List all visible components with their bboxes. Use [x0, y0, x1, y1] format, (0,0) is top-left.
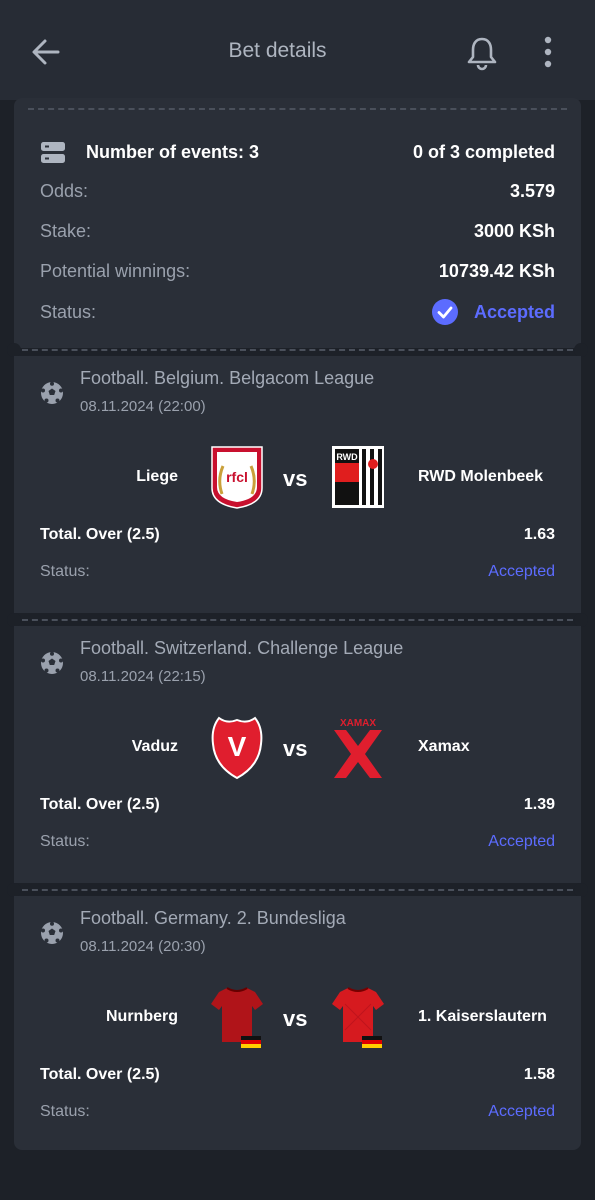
team-logo-text: XAMAX — [340, 718, 376, 729]
status-label: Status: — [40, 563, 90, 580]
events-count-row: Number of events: 3 0 of 3 completed — [40, 138, 555, 168]
football-icon — [41, 381, 63, 404]
completed-count: 0 of 3 completed — [412, 142, 555, 162]
home-team: Vaduz — [131, 738, 178, 755]
league-name: Football. Switzerland. Challenge League — [80, 638, 404, 658]
stake-value: 3000 KSh — [473, 221, 555, 241]
market-odds: 1.63 — [523, 526, 555, 543]
bet-status-row: Status: Accepted — [40, 299, 555, 328]
team-logo-icon: rfcl — [211, 446, 263, 509]
status-badge: Accepted — [488, 833, 555, 850]
team-logo-icon: V — [211, 716, 263, 780]
bell-icon[interactable] — [463, 34, 501, 72]
stake-row: Stake: 3000 KSh — [40, 221, 555, 247]
status-label: Status: — [40, 833, 90, 850]
jersey-icon — [211, 987, 263, 1048]
check-circle-icon — [432, 299, 458, 325]
odds-value: 3.579 — [509, 181, 555, 201]
status-label: Status: — [40, 302, 97, 322]
team-logo-icon: XAMAX — [334, 718, 382, 778]
event-datetime: 08.11.2024 (20:30) — [80, 938, 206, 955]
stake-label: Stake: — [40, 221, 92, 241]
away-team: Xamax — [418, 738, 470, 755]
league-name: Football. Germany. 2. Bundesliga — [80, 908, 346, 928]
odds-label: Odds: — [40, 181, 89, 201]
divider — [7, 613, 588, 627]
team-logo-text: RWD — [336, 452, 358, 462]
vs-label: vs — [283, 1006, 308, 1031]
football-icon — [41, 651, 63, 674]
status-label: Status: — [40, 1103, 90, 1120]
more-vertical-icon[interactable] — [536, 34, 560, 70]
team-logo-text: V — [228, 731, 247, 762]
event-datetime: 08.11.2024 (22:00) — [80, 398, 206, 415]
top-bar: Bet details — [0, 0, 595, 100]
event-datetime: 08.11.2024 (22:15) — [80, 668, 206, 685]
vs-label: vs — [283, 466, 308, 491]
market-name: Total. Over (2.5) — [40, 526, 160, 543]
league-name: Football. Belgium. Belgacom League — [80, 368, 375, 388]
market-odds: 1.58 — [523, 1066, 555, 1083]
ticket-icon — [41, 142, 65, 163]
winnings-row: Potential winnings: 10739.42 KSh — [40, 261, 555, 287]
home-team: Nurnberg — [106, 1008, 178, 1025]
divider — [7, 883, 588, 897]
market-name: Total. Over (2.5) — [40, 796, 160, 813]
home-team: Liege — [136, 468, 178, 485]
status-badge: Accepted — [488, 563, 555, 580]
away-team: 1. Kaiserslautern — [418, 1008, 547, 1025]
market-name: Total. Over (2.5) — [40, 1066, 160, 1083]
away-team: RWD Molenbeek — [418, 468, 544, 485]
divider — [7, 343, 588, 357]
status-badge: Accepted — [488, 1103, 555, 1120]
odds-row: Odds: 3.579 — [40, 181, 555, 207]
winnings-label: Potential winnings: — [40, 261, 191, 281]
team-logo-icon: RWD — [332, 446, 384, 508]
events-count: Number of events: 3 — [86, 142, 260, 162]
vs-label: vs — [283, 736, 308, 761]
jersey-icon — [332, 987, 384, 1048]
team-logo-text: rfcl — [226, 469, 248, 485]
football-icon — [41, 921, 63, 944]
status-badge: Accepted — [473, 302, 555, 322]
market-odds: 1.39 — [523, 796, 555, 813]
winnings-value: 10739.42 KSh — [438, 261, 555, 281]
